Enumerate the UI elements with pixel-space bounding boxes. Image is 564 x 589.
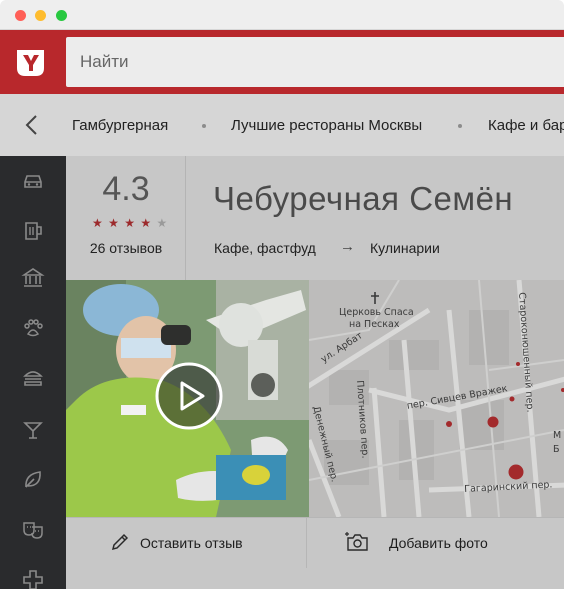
rating-value: 4.3 bbox=[102, 170, 150, 208]
breadcrumb-item[interactable]: Гамбургерная bbox=[72, 117, 168, 134]
chevron-left-icon[interactable] bbox=[22, 114, 42, 136]
breadcrumb-separator bbox=[202, 124, 206, 128]
rating-box: 4.3 ★ ★ ★ ★ ★ 26 отзывов bbox=[66, 156, 186, 280]
star-filled-icon: ★ bbox=[92, 216, 104, 230]
search-header: Найти bbox=[0, 30, 564, 94]
map-label: Б bbox=[553, 444, 560, 455]
breadcrumb-item[interactable]: Лучшие рестораны Москвы bbox=[231, 117, 422, 134]
star-filled-icon: ★ bbox=[140, 216, 153, 230]
beer-mug-icon[interactable] bbox=[21, 218, 45, 242]
burger-icon[interactable] bbox=[21, 366, 45, 390]
rating-stars: ★ ★ ★ ★ ★ bbox=[92, 216, 168, 230]
star-empty-icon: ★ bbox=[156, 216, 169, 230]
reviews-count-link[interactable]: 26 отзывов bbox=[66, 240, 186, 256]
category-link[interactable]: Кафе, фастфуд bbox=[214, 240, 316, 256]
add-photo-label: Добавить фото bbox=[389, 535, 488, 551]
leaf-icon[interactable] bbox=[21, 468, 45, 492]
window-titlebar bbox=[0, 0, 564, 30]
map-label: на Песках bbox=[349, 319, 400, 330]
location-map[interactable]: Церковь Спаса на Песках ул. Арбат Плотни… bbox=[309, 280, 564, 517]
museum-icon[interactable] bbox=[21, 266, 45, 290]
map-label: М bbox=[553, 430, 562, 441]
yandex-logo[interactable] bbox=[14, 46, 47, 79]
write-review-button[interactable]: Оставить отзыв bbox=[66, 518, 306, 568]
car-icon[interactable] bbox=[21, 168, 45, 192]
write-review-label: Оставить отзыв bbox=[140, 535, 243, 551]
camera-icon bbox=[345, 532, 368, 551]
theater-masks-icon[interactable] bbox=[21, 518, 45, 542]
search-input[interactable]: Найти bbox=[66, 37, 564, 87]
place-card: 4.3 ★ ★ ★ ★ ★ 26 отзывов Чебуречная Семё… bbox=[66, 156, 564, 589]
add-photo-button[interactable]: Добавить фото bbox=[307, 518, 552, 568]
related-category-link[interactable]: Кулинарии bbox=[370, 240, 440, 256]
star-filled-icon: ★ bbox=[124, 216, 136, 230]
search-placeholder: Найти bbox=[80, 52, 129, 71]
medical-cross-icon[interactable] bbox=[21, 568, 45, 589]
close-window-button[interactable] bbox=[15, 10, 26, 21]
pencil-icon bbox=[111, 533, 129, 551]
arrow-right-icon: → bbox=[340, 238, 355, 255]
action-bar: Оставить отзыв Добавить фото bbox=[66, 517, 564, 568]
minimize-window-button[interactable] bbox=[35, 10, 46, 21]
video-thumbnail[interactable] bbox=[66, 280, 309, 517]
breadcrumb-item[interactable]: Кафе и бар bbox=[488, 117, 564, 134]
maximize-window-button[interactable] bbox=[56, 10, 67, 21]
cocktail-icon[interactable] bbox=[21, 418, 45, 442]
star-filled-icon: ★ bbox=[108, 216, 120, 230]
place-title: Чебуречная Семён bbox=[213, 180, 514, 217]
category-sidebar bbox=[0, 156, 66, 589]
play-icon[interactable] bbox=[154, 361, 224, 431]
breadcrumb: Гамбургерная Лучшие рестораны Москвы Каф… bbox=[0, 94, 564, 156]
map-label: Церковь Спаса bbox=[339, 307, 414, 318]
breadcrumb-separator bbox=[458, 124, 462, 128]
paw-icon[interactable] bbox=[21, 316, 45, 340]
